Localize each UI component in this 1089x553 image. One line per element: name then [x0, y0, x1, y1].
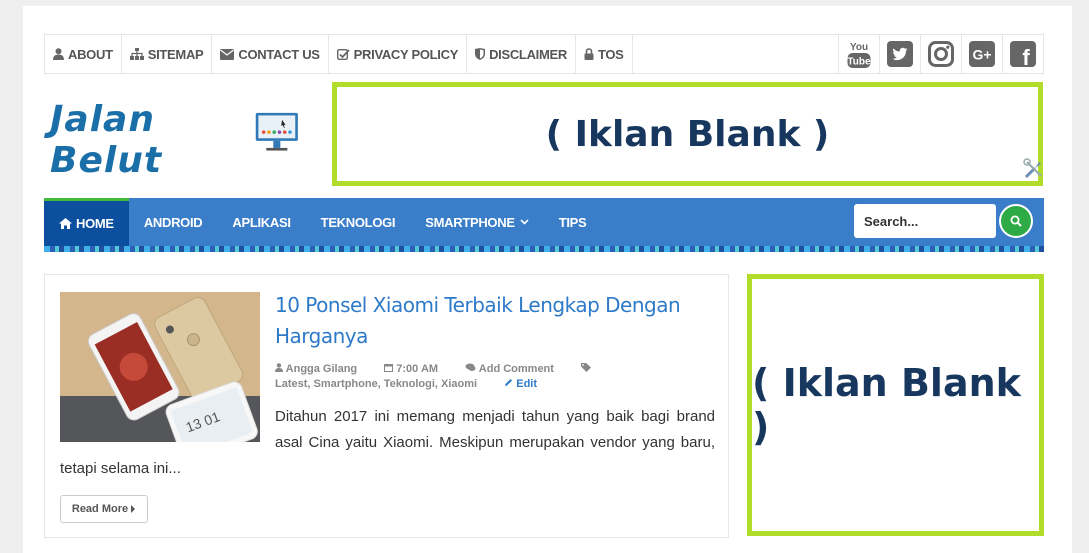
post-comment-text: Add Comment — [478, 363, 554, 375]
topnav-disclaimer-label: DISCLAIMER — [489, 46, 567, 62]
topnav-tos[interactable]: TOS — [576, 35, 633, 73]
facebook-icon: f — [1010, 41, 1036, 67]
topnav-disclaimer[interactable]: DISCLAIMER — [467, 35, 576, 73]
twitter-link[interactable] — [879, 35, 920, 73]
nav-teknologi[interactable]: TEKNOLOGI — [306, 198, 411, 246]
wrench-screwdriver-icon[interactable] — [1023, 158, 1045, 180]
instagram-icon — [928, 41, 954, 67]
ad-banner-top[interactable]: ( Iklan Blank ) — [332, 82, 1043, 186]
post-tags-text: Latest, Smartphone, Teknologi, Xiaomi — [275, 378, 478, 390]
post-excerpt: Ditahun 2017 ini memang menjadi tahun ya… — [60, 408, 715, 477]
topnav-sitemap[interactable]: SITEMAP — [122, 35, 213, 73]
check-square-icon — [336, 49, 350, 60]
post-card: 13 01 10 Ponsel Xiaomi Terbaik Lengkap D… — [44, 274, 729, 538]
topnav-tos-label: TOS — [597, 46, 624, 62]
topnav-sitemap-label: SITEMAP — [147, 46, 204, 62]
main-menu: HOME ANDROID APLIKASI TEKNOLOGI SMARTPHO… — [44, 198, 601, 246]
top-nav: ABOUT SITEMAP CONTACT US PRIVACY POLICY … — [45, 35, 633, 73]
topnav-contact-label: CONTACT US — [238, 46, 320, 62]
facebook-link[interactable]: f — [1002, 35, 1043, 73]
site-logo[interactable]: Jalan Belut — [50, 99, 300, 181]
nav-aplikasi[interactable]: APLIKASI — [217, 198, 305, 246]
post-title-link[interactable]: 10 Ponsel Xiaomi Terbaik Lengkap Dengan … — [275, 290, 715, 352]
nav-android[interactable]: ANDROID — [129, 198, 218, 246]
topnav-about-label: ABOUT — [68, 46, 113, 62]
read-more-button[interactable]: Read More — [60, 495, 148, 523]
nav-decor-stripe — [44, 246, 1044, 252]
topnav-contact[interactable]: CONTACT US — [212, 35, 329, 73]
read-more-label: Read More — [71, 503, 129, 515]
top-bar: ABOUT SITEMAP CONTACT US PRIVACY POLICY … — [44, 34, 1044, 74]
user-icon — [275, 363, 283, 372]
svg-text:You: You — [850, 42, 868, 53]
nav-smartphone-label: SMARTPHONE — [425, 214, 515, 230]
calendar-icon — [384, 364, 394, 372]
post-edit-link[interactable]: Edit — [504, 378, 549, 390]
post-time-text: 7:00 AM — [396, 363, 439, 375]
pencil-icon — [505, 379, 513, 386]
ad-banner-side[interactable]: ( Iklan Blank ) — [747, 274, 1044, 536]
post-meta: Angga Gilang 7:00 AM Add Comment Latest,… — [275, 362, 715, 392]
svg-text:Tube: Tube — [847, 57, 871, 68]
svg-text:f: f — [1022, 45, 1030, 67]
google-plus-icon: G+ — [969, 41, 995, 67]
user-icon — [53, 48, 64, 60]
twitter-icon — [887, 41, 913, 67]
post-author-name: Angga Gilang — [285, 363, 358, 375]
topnav-about[interactable]: ABOUT — [45, 35, 122, 73]
nav-tips[interactable]: TIPS — [544, 198, 602, 246]
comments-icon — [465, 363, 476, 371]
monitor-icon — [256, 112, 299, 151]
youtube-link[interactable]: You Tube — [838, 35, 879, 73]
search-button[interactable] — [999, 204, 1033, 238]
nav-android-label: ANDROID — [143, 214, 203, 230]
home-icon — [59, 218, 72, 229]
nav-home-label: HOME — [76, 216, 114, 231]
nav-home[interactable]: HOME — [44, 198, 129, 246]
sitemap-icon — [129, 48, 144, 60]
ad-banner-side-text: ( Iklan Blank ) — [752, 361, 1021, 449]
shield-icon — [475, 48, 486, 60]
logo-text: Jalan Belut — [50, 99, 163, 181]
youtube-icon: You Tube — [847, 42, 871, 68]
lock-icon — [584, 48, 594, 60]
google-plus-link[interactable]: G+ — [961, 35, 1002, 73]
page: ABOUT SITEMAP CONTACT US PRIVACY POLICY … — [23, 6, 1072, 553]
search-icon — [1010, 215, 1022, 227]
post-comment[interactable]: Add Comment — [465, 363, 569, 375]
envelope-icon — [220, 48, 235, 60]
nav-tips-label: TIPS — [558, 214, 587, 230]
nav-aplikasi-label: APLIKASI — [232, 214, 291, 230]
search-input[interactable] — [854, 204, 996, 238]
post-time: 7:00 AM — [384, 363, 453, 375]
topnav-privacy[interactable]: PRIVACY POLICY — [329, 35, 468, 73]
post-author[interactable]: Angga Gilang — [275, 363, 372, 375]
chevron-down-icon — [520, 219, 529, 225]
ad-banner-top-text: ( Iklan Blank ) — [545, 113, 830, 155]
nav-smartphone[interactable]: SMARTPHONE — [410, 198, 543, 246]
instagram-link[interactable] — [920, 35, 961, 73]
social-links: You Tube G+ f — [838, 35, 1043, 73]
main-nav: HOME ANDROID APLIKASI TEKNOLOGI SMARTPHO… — [44, 198, 1044, 252]
caret-right-icon — [131, 505, 136, 513]
post-edit-text: Edit — [516, 378, 538, 390]
svg-text:G+: G+ — [972, 47, 991, 63]
topnav-privacy-label: PRIVACY POLICY — [353, 46, 459, 62]
tags-icon — [581, 363, 592, 372]
nav-teknologi-label: TEKNOLOGI — [320, 214, 396, 230]
